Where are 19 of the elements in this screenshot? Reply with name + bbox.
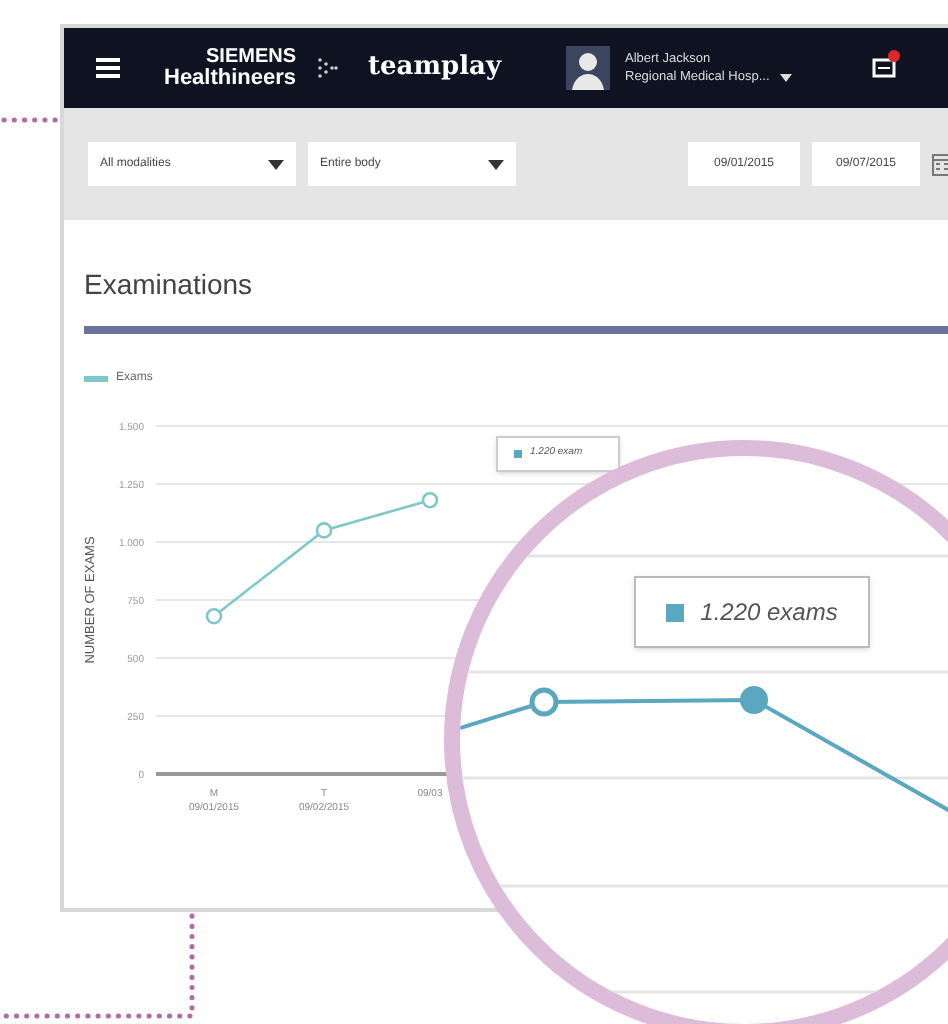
brand-name: SIEMENS	[206, 48, 297, 68]
inbox-icon[interactable]	[871, 58, 896, 78]
data-point	[205, 607, 223, 625]
legend-swatch-icon	[84, 376, 108, 382]
magnified-tooltip: 1.220 exams	[634, 576, 870, 648]
calendar-icon[interactable]	[932, 153, 948, 175]
product-name: teamplay	[368, 50, 501, 87]
data-point	[421, 491, 439, 509]
caret-icon	[268, 159, 284, 169]
menu-icon[interactable]	[96, 58, 120, 78]
data-point	[315, 522, 333, 539]
dots-logo-icon	[316, 56, 341, 80]
brand-name: Healthineers	[164, 68, 297, 88]
dotted-leader-line	[0, 116, 60, 124]
caret-icon	[488, 159, 504, 169]
notification-badge-icon	[887, 50, 900, 62]
user-avatar-icon	[565, 46, 609, 90]
section-title: Examinations	[84, 266, 255, 304]
caret-icon	[779, 73, 792, 81]
